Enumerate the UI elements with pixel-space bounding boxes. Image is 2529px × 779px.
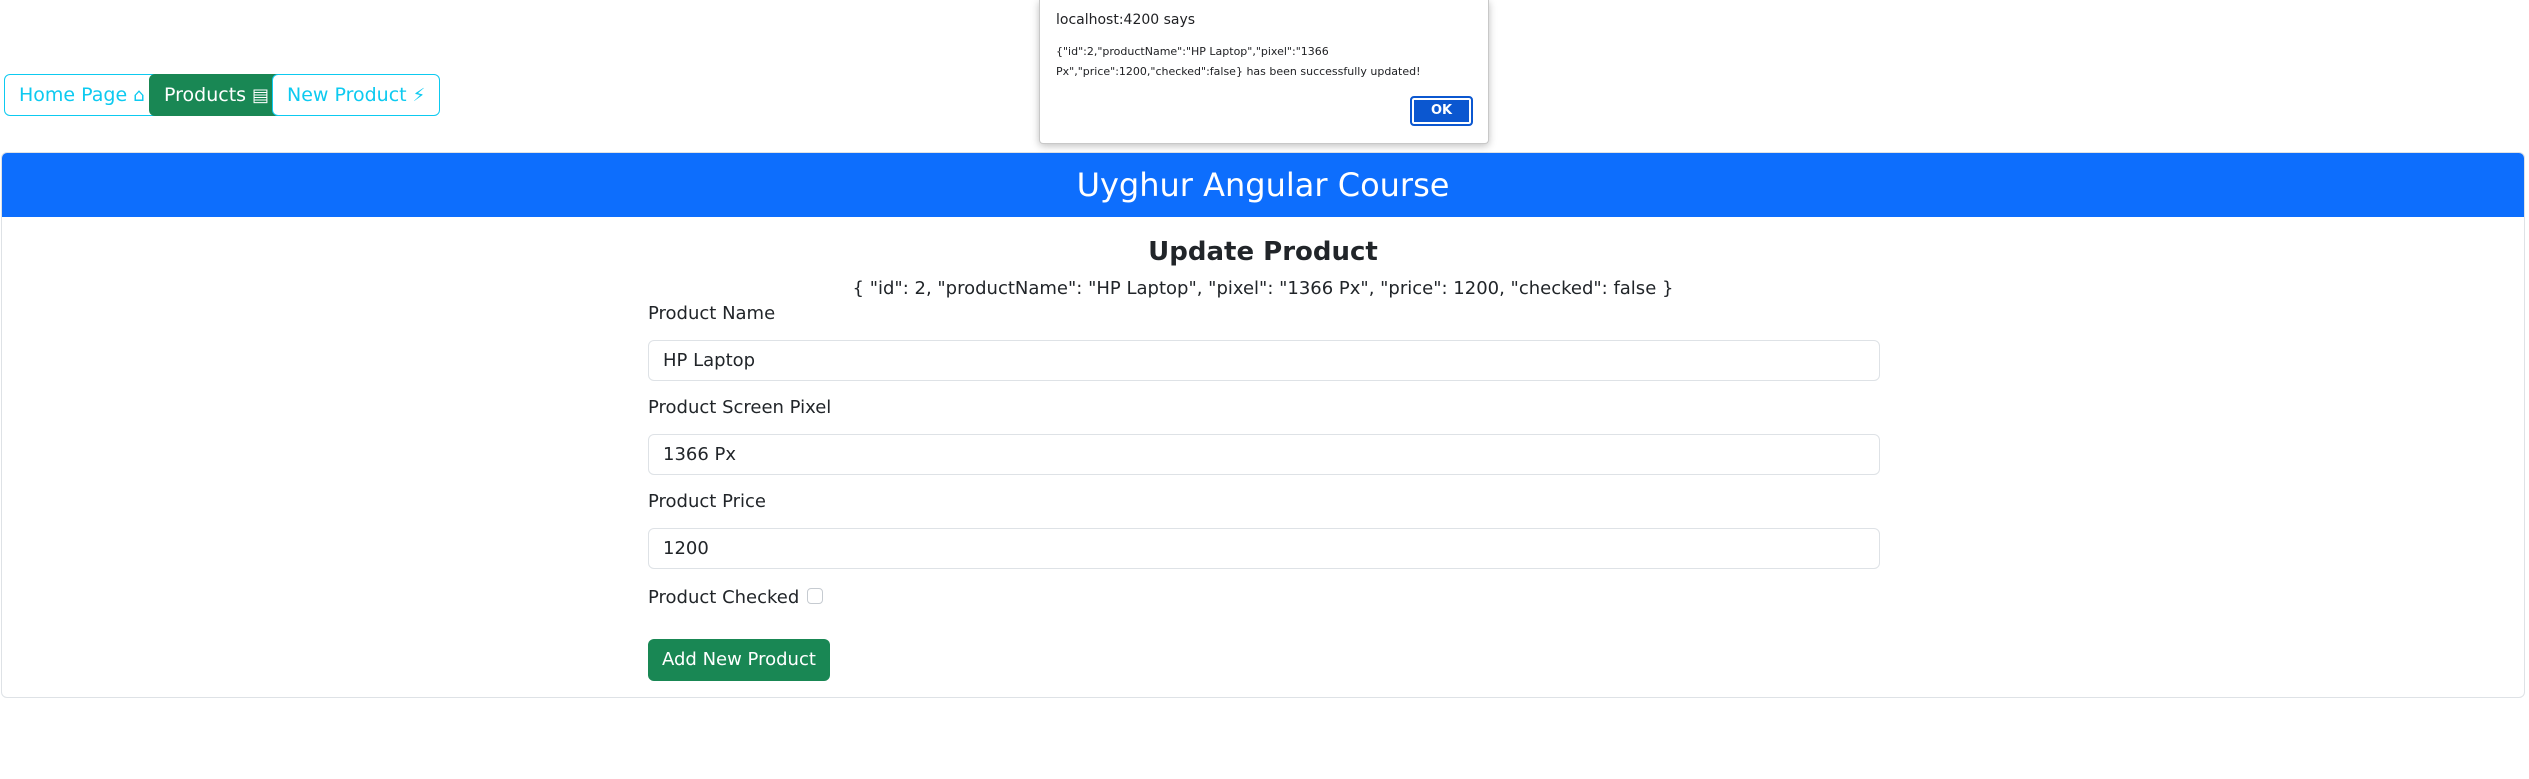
product-name-label: Product Name [648, 303, 776, 324]
product-pixel-input[interactable]: 1366 Px [648, 434, 1880, 475]
house-icon: ⌂ [133, 85, 145, 106]
home-page-button[interactable]: Home Page ⌂ [4, 74, 160, 116]
product-name-input[interactable]: HP Laptop [648, 340, 1880, 381]
add-new-product-button[interactable]: Add New Product [648, 639, 830, 681]
product-checked-label: Product Checked [648, 587, 800, 608]
magic-wand-icon: ⚡ [412, 85, 426, 106]
alert-message: {"id":2,"productName":"HP Laptop","pixel… [1056, 42, 1471, 82]
home-page-label: Home Page [19, 84, 128, 106]
product-checked-checkbox[interactable] [807, 588, 824, 604]
page-title: Update Product [1148, 237, 1378, 267]
card-header: Uyghur Angular Course [2, 153, 2524, 217]
new-product-button[interactable]: New Product ⚡ [272, 74, 441, 116]
products-label: Products [164, 84, 247, 106]
product-price-label: Product Price [648, 491, 766, 512]
alert-title: localhost:4200 says [1056, 12, 1196, 28]
product-pixel-label: Product Screen Pixel [648, 397, 832, 418]
product-card: Uyghur Angular Course Update Product { "… [1, 152, 2525, 698]
alert-message-line-1: {"id":2,"productName":"HP Laptop","pixel… [1056, 45, 1329, 58]
product-price-input[interactable]: 1200 [648, 528, 1880, 569]
product-json: { "id": 2, "productName": "HP Laptop", "… [852, 278, 1674, 299]
alert-dialog: localhost:4200 says {"id":2,"productName… [1039, 0, 1489, 144]
alert-ok-button[interactable]: OK [1410, 96, 1473, 126]
product-checked-row: Product Checked [648, 587, 824, 608]
archive-icon: ▤ [252, 85, 270, 106]
new-product-label: New Product [287, 84, 407, 106]
products-button[interactable]: Products ▤ [149, 74, 285, 116]
alert-message-line-2: Px","price":1200,"checked":false} has be… [1056, 65, 1421, 78]
